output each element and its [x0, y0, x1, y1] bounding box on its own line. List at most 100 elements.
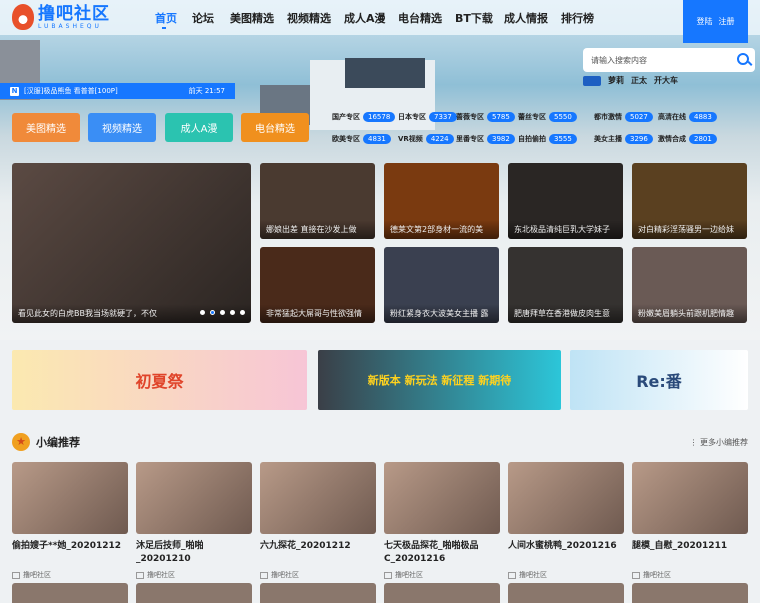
banner-new-version[interactable]: 新版本 新玩法 新征程 新期待	[318, 350, 561, 410]
logo-text: 撸吧社区	[38, 3, 110, 24]
recommend-card-next-row[interactable]	[136, 583, 252, 603]
category-tag[interactable]: 高清在线 4883	[658, 112, 717, 122]
card-title[interactable]: 六九探花_20201212	[260, 540, 376, 566]
category-tag[interactable]: 日本专区 7337	[398, 112, 457, 122]
video-tile[interactable]: 东北极品清纯巨乳大学妹子	[508, 163, 623, 239]
tag-count: 7337	[429, 112, 457, 122]
card-title[interactable]: 腿模_自慰_20201211	[632, 540, 748, 566]
category-tag[interactable]: 自拍偷拍 3555	[518, 134, 577, 144]
slider-dot[interactable]	[210, 310, 215, 315]
category-tag[interactable]: 激情合成 2801	[658, 134, 717, 144]
nav-news[interactable]: 成人情报	[504, 10, 548, 26]
source-label: 撸吧社区	[23, 571, 51, 579]
category-tag[interactable]: 欧美专区 4831	[332, 134, 391, 144]
recommend-card[interactable]: 六九探花_20201212 撸吧社区	[260, 462, 376, 579]
card-title[interactable]: 七天极品探花_啪啪极品C_20201216	[384, 540, 500, 566]
recommend-card[interactable]: 七天极品探花_啪啪极品C_20201216 撸吧社区	[384, 462, 500, 579]
recommend-card-next-row[interactable]	[384, 583, 500, 603]
nav-bt[interactable]: BT下载	[455, 10, 493, 26]
category-tag[interactable]: VR视频 4224	[398, 134, 454, 144]
hot-keyword[interactable]: 开大车	[654, 75, 678, 86]
card-title[interactable]: 偷拍嫂子**她_20201212	[12, 540, 128, 566]
video-tile[interactable]: 对白精彩淫荡骚男一边给妹	[632, 163, 747, 239]
quick-radio-button[interactable]: 电台精选	[241, 113, 309, 142]
search-icon[interactable]	[737, 53, 749, 65]
login-link[interactable]: 登陆	[697, 16, 713, 27]
logo-subtext: LUBASHEQU	[38, 22, 102, 30]
nav-home[interactable]: 首页	[155, 10, 177, 29]
source-label: 撸吧社区	[271, 571, 299, 579]
slider-dot[interactable]	[220, 310, 225, 315]
nav-ranking[interactable]: 排行榜	[561, 10, 594, 26]
slider-dot[interactable]	[200, 310, 205, 315]
category-tag[interactable]: 蔷薇专区 5785	[456, 112, 515, 122]
hot-keyword[interactable]: 正太	[631, 75, 647, 86]
card-thumbnail[interactable]	[136, 462, 252, 534]
nav-pictures[interactable]: 美图精选	[230, 10, 274, 26]
quick-comics-button[interactable]: 成人A漫	[165, 113, 233, 142]
video-caption: 对白精彩淫荡骚男一边给妹	[632, 220, 747, 239]
tag-count: 4224	[425, 134, 454, 144]
card-title[interactable]: 人间水蜜桃鸭_20201216	[508, 540, 624, 566]
slider-dot[interactable]	[240, 310, 245, 315]
slider[interactable]: 看见此女的白虎BB我当场就硬了，不仅	[12, 163, 251, 323]
card-thumbnail[interactable]	[12, 462, 128, 534]
notice-bar[interactable]: N [汉服]极品熊鱼 看普普[100P] 前天 21:57	[0, 83, 235, 99]
video-caption: 粉嫩美眉躺头前跟机肥情趣	[632, 304, 747, 323]
category-tag[interactable]: 美女主播 3296	[594, 134, 653, 144]
quick-pictures-button[interactable]: 美图精选	[12, 113, 80, 142]
image-icon	[384, 571, 392, 579]
recommend-card[interactable]: 偷拍嫂子**她_20201212 撸吧社区	[12, 462, 128, 579]
recommend-card-next-row[interactable]	[260, 583, 376, 603]
video-tile[interactable]: 粉嫩美眉躺头前跟机肥情趣	[632, 247, 747, 323]
tag-count: 3296	[625, 134, 653, 144]
banner-re[interactable]: Re:番	[570, 350, 748, 410]
notice-icon: N	[10, 86, 19, 96]
search-input[interactable]: 请输入搜索内容	[583, 48, 755, 72]
auth-box: 登陆 注册	[683, 0, 748, 43]
card-title[interactable]: 沐足后技师_啪啪_20201210	[136, 540, 252, 566]
category-tag[interactable]: 里番专区 3982	[456, 134, 515, 144]
nav-radio[interactable]: 电台精选	[398, 10, 442, 26]
tag-count: 3982	[487, 134, 515, 144]
star-icon: ★	[12, 433, 30, 451]
video-caption: 东北极品清纯巨乳大学妹子	[508, 220, 623, 239]
recommend-card[interactable]: 沐足后技师_啪啪_20201210 撸吧社区	[136, 462, 252, 579]
tag-label: 日本专区	[398, 113, 426, 121]
tag-count: 4883	[689, 112, 717, 122]
card-thumbnail[interactable]	[384, 462, 500, 534]
recommend-card-next-row[interactable]	[632, 583, 748, 603]
notice-time: 前天 21:57	[188, 87, 225, 95]
hot-keyword[interactable]: 萝莉	[608, 75, 624, 86]
recommend-card[interactable]: 人间水蜜桃鸭_20201216 撸吧社区	[508, 462, 624, 579]
card-thumbnail[interactable]	[508, 462, 624, 534]
more-link[interactable]: ⋮ 更多小编推荐	[689, 437, 748, 448]
logo[interactable]: 撸吧社区 LUBASHEQU	[12, 4, 110, 30]
category-tag[interactable]: 都市激情 5027	[594, 112, 653, 122]
video-tile[interactable]: 粉红紧身衣大波美女主播 露	[384, 247, 499, 323]
video-tile[interactable]: 德莱文第2部身材一流的美	[384, 163, 499, 239]
quick-videos-button[interactable]: 视频精选	[88, 113, 156, 142]
notice-text[interactable]: [汉服]极品熊鱼 看普普[100P]	[24, 86, 118, 96]
card-source: 撸吧社区	[632, 570, 671, 580]
video-tile[interactable]: 娜娘出差 直接在沙发上做	[260, 163, 375, 239]
nav-videos[interactable]: 视频精选	[287, 10, 331, 26]
card-thumbnail[interactable]	[260, 462, 376, 534]
nav-forum[interactable]: 论坛	[192, 10, 214, 26]
card-thumbnail[interactable]	[632, 462, 748, 534]
recommend-card[interactable]: 腿模_自慰_20201211 撸吧社区	[632, 462, 748, 579]
section-header: ★ 小编推荐 ⋮ 更多小编推荐	[12, 432, 748, 452]
tag-label: 都市激情	[594, 113, 622, 121]
register-link[interactable]: 注册	[719, 16, 735, 27]
image-icon	[260, 571, 268, 579]
recommend-card-next-row[interactable]	[508, 583, 624, 603]
recommend-card-next-row[interactable]	[12, 583, 128, 603]
category-tag[interactable]: 国产专区 16578	[332, 112, 396, 122]
tag-label: 蕾丝专区	[518, 113, 546, 121]
video-tile[interactable]: 非常猛起大屌哥与性欲强情	[260, 247, 375, 323]
nav-comics[interactable]: 成人A漫	[344, 10, 386, 26]
slider-dot[interactable]	[230, 310, 235, 315]
banner-summer[interactable]: 初夏祭	[12, 350, 307, 410]
video-tile[interactable]: 肥唐拜草在香港做皮肉生意	[508, 247, 623, 323]
category-tag[interactable]: 蕾丝专区 5550	[518, 112, 577, 122]
